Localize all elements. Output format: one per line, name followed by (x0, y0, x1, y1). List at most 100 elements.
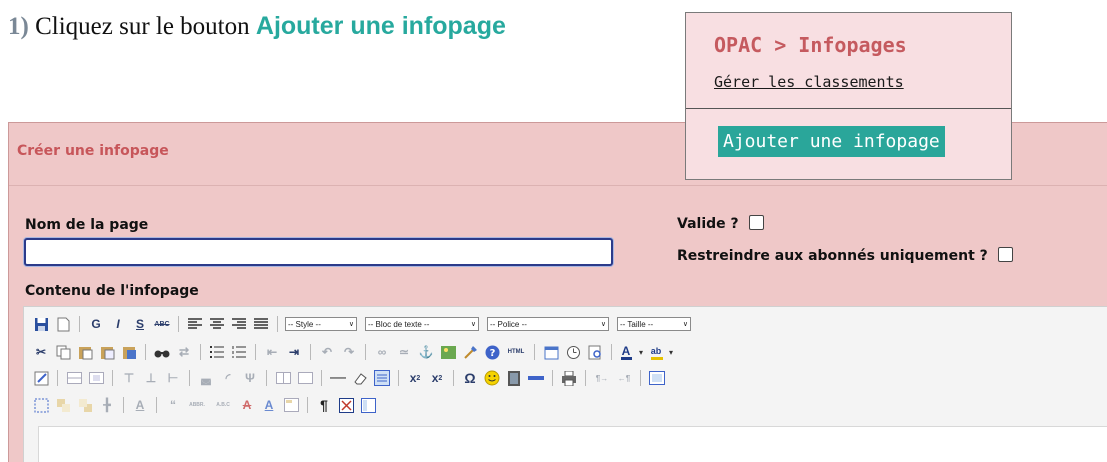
insert-col-before-icon[interactable]: ◛ (197, 369, 215, 387)
font-select[interactable]: -- Police -- ∨ (487, 317, 609, 331)
insert-time-icon[interactable] (564, 343, 582, 361)
highlight-color-icon[interactable]: ab ▾ (649, 343, 675, 361)
size-select[interactable]: -- Taille -- ∨ (617, 317, 691, 331)
align-right-icon[interactable] (230, 315, 248, 333)
superscript-icon[interactable]: x2 (428, 369, 446, 387)
insert-row-before-icon[interactable]: ⊤ (120, 369, 138, 387)
citation-icon[interactable]: “ (164, 396, 182, 414)
remove-format-icon[interactable] (351, 369, 369, 387)
preview-icon[interactable] (586, 343, 604, 361)
cut-icon[interactable]: ✂ (32, 343, 50, 361)
underline-icon[interactable]: S (131, 315, 149, 333)
replace-icon[interactable]: ⇄ (175, 343, 193, 361)
subscript-icon[interactable]: x2 (406, 369, 424, 387)
help-icon[interactable]: ? (483, 343, 501, 361)
fullscreen-icon[interactable] (648, 369, 666, 387)
move-backward-icon[interactable] (76, 396, 94, 414)
step-number: 1) (8, 13, 29, 40)
strikethrough-icon[interactable]: ABC (153, 315, 171, 333)
link-icon[interactable]: ∞ (373, 343, 391, 361)
outdent-icon[interactable]: ⇤ (263, 343, 281, 361)
justify-icon[interactable] (252, 315, 270, 333)
media-icon[interactable] (505, 369, 523, 387)
cleanup-icon[interactable] (461, 343, 479, 361)
non-breaking-icon[interactable] (337, 396, 355, 414)
align-left-icon[interactable] (186, 315, 204, 333)
valid-label: Valide ? (677, 216, 739, 232)
text-color-icon[interactable]: A ▾ (619, 343, 645, 361)
new-document-icon[interactable] (54, 315, 72, 333)
acronym-icon[interactable]: A.B.C (212, 396, 234, 414)
abbreviation-icon[interactable]: ABBR. (186, 396, 208, 414)
ltr-icon[interactable]: ¶→ (593, 369, 611, 387)
toolbar-separator (156, 397, 157, 413)
style-select[interactable]: -- Style -- ∨ (285, 317, 357, 331)
toolbar-separator (321, 370, 322, 386)
horizontal-rule-icon[interactable]: — (329, 369, 347, 387)
rtl-icon[interactable]: ←¶ (615, 369, 633, 387)
print-icon[interactable] (560, 369, 578, 387)
edit-css-icon[interactable] (32, 369, 50, 387)
toolbar-separator (255, 344, 256, 360)
toolbar-separator (189, 370, 190, 386)
insert-line-icon[interactable] (527, 369, 545, 387)
template-icon[interactable] (359, 396, 377, 414)
show-blocks-icon[interactable]: ¶ (315, 396, 333, 414)
add-infopage-button[interactable]: Ajouter une infopage (718, 126, 945, 157)
insertion-icon[interactable]: A (260, 396, 278, 414)
italic-icon[interactable]: I (109, 315, 127, 333)
unlink-icon[interactable]: ≃ (395, 343, 413, 361)
merge-cells-icon[interactable] (296, 369, 314, 387)
visual-aid-icon[interactable] (373, 369, 391, 387)
manage-classements-link[interactable]: Gérer les classements (714, 73, 904, 91)
indent-icon[interactable]: ⇥ (285, 343, 303, 361)
paste-text-icon[interactable] (98, 343, 116, 361)
page-name-label: Nom de la page (25, 217, 149, 233)
valid-checkbox[interactable] (748, 215, 764, 230)
table-row-props-icon[interactable] (65, 369, 83, 387)
page-name-input[interactable] (24, 238, 613, 266)
svg-text:A: A (622, 344, 631, 358)
chevron-down-icon: ∨ (348, 321, 354, 328)
insert-date-icon[interactable] (542, 343, 560, 361)
copy-icon[interactable] (54, 343, 72, 361)
paste-word-icon[interactable] (120, 343, 138, 361)
bold-icon[interactable]: G (87, 315, 105, 333)
toolbar-separator (611, 344, 612, 360)
font-select-value: -- Police -- (490, 319, 527, 329)
block-select[interactable]: -- Bloc de texte -- ∨ (365, 317, 479, 331)
restrict-field: Restreindre aux abonnés uniquement ? (677, 247, 1013, 264)
toolbar-separator (552, 370, 553, 386)
move-forward-icon[interactable] (54, 396, 72, 414)
paste-icon[interactable] (76, 343, 94, 361)
editor-content-area[interactable] (38, 426, 1107, 462)
insert-row-after-icon[interactable]: ⊥ (142, 369, 160, 387)
absolute-position-icon[interactable]: ╊ (98, 396, 116, 414)
emoticon-icon[interactable] (483, 369, 501, 387)
align-center-icon[interactable] (208, 315, 226, 333)
attributes-icon[interactable] (282, 396, 300, 414)
deletion-icon[interactable]: A (238, 396, 256, 414)
toolbar-separator (534, 344, 535, 360)
undo-icon[interactable]: ↶ (318, 343, 336, 361)
split-cells-icon[interactable] (274, 369, 292, 387)
table-cell-props-icon[interactable] (87, 369, 105, 387)
style-props-icon[interactable]: A (131, 396, 149, 414)
insert-col-after-icon[interactable]: ◜ (219, 369, 237, 387)
image-icon[interactable] (439, 343, 457, 361)
special-char-icon[interactable]: Ω (461, 369, 479, 387)
delete-col-icon[interactable]: Ψ (241, 369, 259, 387)
restrict-checkbox[interactable] (997, 247, 1013, 262)
popup-title: OPAC > Infopages (714, 33, 907, 57)
bullet-list-icon[interactable] (208, 343, 226, 361)
delete-row-icon[interactable]: ⊢ (164, 369, 182, 387)
numbered-list-icon[interactable] (230, 343, 248, 361)
insert-layer-icon[interactable] (32, 396, 50, 414)
redo-icon[interactable]: ↷ (340, 343, 358, 361)
instruction-highlight: Ajouter une infopage (255, 12, 506, 40)
toolbar-separator (200, 344, 201, 360)
find-icon[interactable] (153, 343, 171, 361)
anchor-icon[interactable]: ⚓ (417, 343, 435, 361)
html-icon[interactable]: HTML (505, 343, 527, 361)
save-icon[interactable] (32, 315, 50, 333)
